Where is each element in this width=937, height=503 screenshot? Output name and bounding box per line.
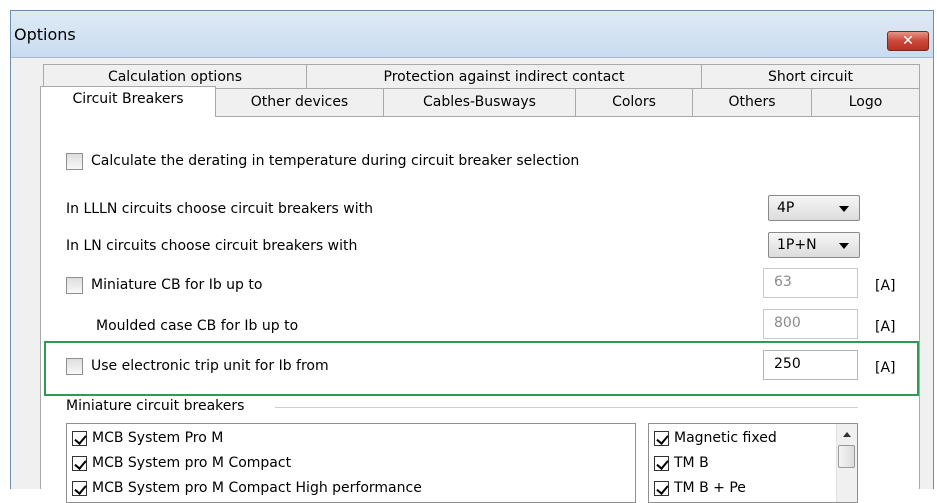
list-item-label: TM B + Pe <box>674 480 746 496</box>
miniature-cb-label: Miniature CB for Ib up to <box>91 277 263 293</box>
ln-poles-select[interactable]: 1P+N <box>768 232 860 258</box>
chevron-down-icon <box>839 243 849 249</box>
llln-poles-select[interactable]: 4P <box>768 195 860 221</box>
miniature-cb-unit: [A] <box>875 278 896 294</box>
list-item-label: MCB System pro M Compact High performanc… <box>92 480 422 496</box>
moulded-cb-unit: [A] <box>875 319 896 335</box>
group-separator <box>275 407 858 408</box>
mcb-group-label: Miniature circuit breakers <box>66 398 249 414</box>
tab-short-circuit[interactable]: Short circuit <box>701 64 920 89</box>
list-item-label: MCB System pro M Compact <box>92 455 292 471</box>
electronic-trip-checkbox[interactable] <box>66 358 83 375</box>
electronic-trip-label: Use electronic trip unit for Ib from <box>91 358 329 374</box>
tab-logo[interactable]: Logo <box>811 88 920 116</box>
llln-poles-value: 4P <box>777 200 795 216</box>
moulded-cb-label: Moulded case CB for Ib up to <box>96 318 299 334</box>
derating-checkbox[interactable] <box>66 153 83 170</box>
miniature-cb-checkbox[interactable] <box>66 277 83 294</box>
close-icon: ✕ <box>902 33 914 49</box>
scroll-thumb[interactable] <box>838 445 855 468</box>
scroll-up-icon[interactable] <box>843 432 851 437</box>
release-checkbox[interactable] <box>654 456 669 471</box>
list-item-label: MCB System Pro M <box>92 430 224 446</box>
electronic-trip-input[interactable]: 250 <box>763 350 858 380</box>
llln-label: In LLLN circuits choose circuit breakers… <box>66 201 373 217</box>
release-types-list[interactable]: Magnetic fixed TM B TM B + Pe <box>648 423 858 503</box>
chevron-down-icon <box>839 206 849 212</box>
ln-poles-value: 1P+N <box>777 237 817 253</box>
mcb-system-checkbox[interactable] <box>72 456 87 471</box>
derating-label: Calculate the derating in temperature du… <box>91 153 580 169</box>
title-bar: Options ✕ <box>11 11 933 58</box>
list-item-label: TM B <box>674 455 709 471</box>
mcb-system-checkbox[interactable] <box>72 431 87 446</box>
moulded-cb-input[interactable]: 800 <box>763 309 858 339</box>
miniature-cb-input[interactable]: 63 <box>763 268 858 298</box>
tab-circuit-breakers[interactable]: Circuit Breakers <box>40 86 216 117</box>
list-item-label: Magnetic fixed <box>674 430 777 446</box>
ln-label: In LN circuits choose circuit breakers w… <box>66 238 358 254</box>
tab-cables-busways[interactable]: Cables-Busways <box>383 88 576 116</box>
dialog-title: Options <box>14 25 76 44</box>
list-scrollbar[interactable] <box>836 424 857 502</box>
mcb-systems-list[interactable]: MCB System Pro M MCB System pro M Compac… <box>66 423 636 503</box>
release-checkbox[interactable] <box>654 431 669 446</box>
tab-others[interactable]: Others <box>692 88 812 116</box>
tab-protection-indirect-contact[interactable]: Protection against indirect contact <box>306 64 702 89</box>
tab-other-devices[interactable]: Other devices <box>215 88 384 116</box>
close-button[interactable]: ✕ <box>887 31 929 51</box>
tab-colors[interactable]: Colors <box>575 88 693 116</box>
electronic-trip-unit: [A] <box>875 360 896 376</box>
